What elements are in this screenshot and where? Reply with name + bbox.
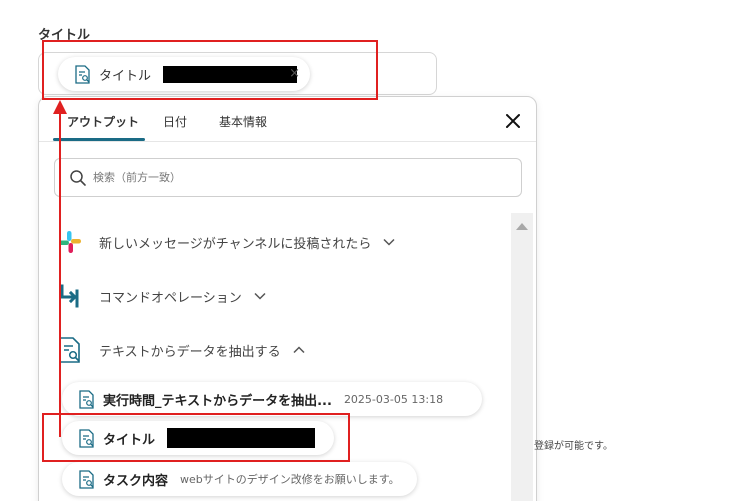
search-input[interactable]: [93, 171, 493, 184]
tab-output[interactable]: アウトプット: [67, 113, 139, 130]
document-search-icon: [79, 469, 94, 489]
output-item-title[interactable]: タイトル: [62, 421, 334, 455]
close-icon[interactable]: [503, 111, 523, 131]
section-label: テキストからデータを抽出する: [99, 344, 281, 360]
remove-chip-icon[interactable]: ×: [289, 66, 300, 81]
item-label: タイトル: [103, 432, 156, 448]
chevron-down-icon: [254, 292, 266, 300]
active-tab-indicator: [53, 138, 145, 141]
document-search-icon: [79, 428, 94, 448]
tab-basic-info[interactable]: 基本情報: [219, 113, 267, 130]
redacted-value: [163, 65, 298, 83]
chevron-down-icon: [383, 238, 395, 246]
tab-bar: アウトプット 日付 基本情報: [39, 97, 536, 142]
scrollbar[interactable]: [511, 213, 533, 501]
field-label: タイトル: [38, 28, 91, 43]
output-item-task-content[interactable]: タスク内容 webサイトのデザイン改修をお願いします。: [62, 462, 417, 496]
redacted-value: [167, 428, 316, 448]
chevron-up-icon: [293, 346, 305, 354]
section-label: コマンドオペレーション: [99, 290, 242, 306]
document-search-icon: [75, 64, 90, 84]
tab-date[interactable]: 日付: [163, 113, 187, 130]
scroll-up-arrow-icon[interactable]: [516, 223, 528, 230]
section-extract-data[interactable]: テキストからデータを抽出する: [57, 337, 305, 363]
title-field-chip[interactable]: タイトル ×: [58, 57, 310, 91]
section-command-operation[interactable]: コマンドオペレーション: [57, 283, 266, 309]
item-label: タスク内容: [103, 473, 169, 489]
item-value: 2025-03-05 13:18: [343, 392, 444, 406]
background-help-text: 登録が可能です。: [534, 441, 613, 452]
search-box[interactable]: [54, 158, 522, 197]
chip-label: タイトル: [99, 68, 152, 84]
document-search-icon: [59, 337, 80, 363]
section-slack-message[interactable]: 新しいメッセージがチャンネルに投稿されたら: [57, 229, 395, 255]
item-value: webサイトのデザイン改修をお願いします。: [180, 473, 400, 486]
search-icon: [70, 169, 86, 186]
slack-icon: [59, 231, 81, 253]
item-label: 実行時間_テキストからデータを抽出...: [103, 393, 332, 409]
command-operation-icon: [60, 284, 79, 308]
output-item-execution-time[interactable]: 実行時間_テキストからデータを抽出... 2025-03-05 13:18: [62, 382, 482, 416]
section-label: 新しいメッセージがチャンネルに投稿されたら: [99, 236, 372, 252]
document-search-icon: [79, 389, 94, 409]
